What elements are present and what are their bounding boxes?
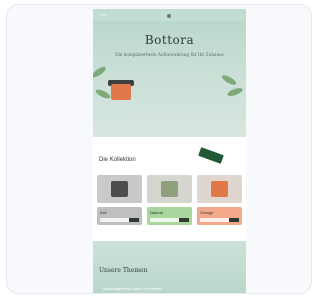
secondary-title: Unsere Themen <box>99 267 148 274</box>
hero-banner: Lizz Bottora Die komplizierteste Aufbewa… <box>93 9 246 137</box>
topbar-logo-text: Lizz <box>99 12 107 17</box>
leaf-decoration-left-2 <box>94 87 112 101</box>
leaf-decoration-left <box>93 64 108 80</box>
product-label-1[interactable]: Zeit <box>97 207 142 225</box>
product-label-text-3: Orange <box>200 210 214 215</box>
storage-box-image <box>111 84 131 100</box>
product-image-1[interactable] <box>97 175 142 203</box>
product-image-3[interactable] <box>197 175 242 203</box>
menu-icon[interactable] <box>167 14 171 18</box>
product-box-1 <box>111 181 128 197</box>
hero-subtitle: Die komplizierteste Aufbewahrung für Ihr… <box>115 52 224 57</box>
product-label-button-2[interactable] <box>179 218 189 222</box>
product-box-3 <box>211 181 228 197</box>
product-box-2 <box>161 181 178 197</box>
leaf-decoration-right <box>220 73 238 87</box>
product-label-bar-2 <box>150 218 180 222</box>
product-label-button-1[interactable] <box>129 218 139 222</box>
preview-card: Lizz Bottora Die komplizierteste Aufbewa… <box>6 4 312 294</box>
phone-preview: Lizz Bottora Die komplizierteste Aufbewa… <box>93 9 246 293</box>
product-label-bar-1 <box>100 218 130 222</box>
product-label-3[interactable]: Orange <box>197 207 242 225</box>
product-label-button-3[interactable] <box>229 218 239 222</box>
collection-title: Die Kollektion <box>99 157 136 163</box>
leaf-decoration-right-2 <box>226 86 244 98</box>
product-label-text-1: Zeit <box>100 210 107 215</box>
collection-tag[interactable] <box>198 147 224 164</box>
product-image-2[interactable] <box>147 175 192 203</box>
product-label-bar-3 <box>200 218 230 222</box>
secondary-banner: Unsere Themen Nachhaltigkeit aus Natur u… <box>93 241 246 293</box>
leaf-decoration-bottom-right <box>107 241 232 285</box>
product-label-text-2: Natural <box>150 210 163 215</box>
brand-title: Bottora <box>144 33 195 47</box>
product-label-2[interactable]: Natural <box>147 207 192 225</box>
secondary-text: Nachhaltigkeit aus Natur und Material <box>103 287 162 291</box>
